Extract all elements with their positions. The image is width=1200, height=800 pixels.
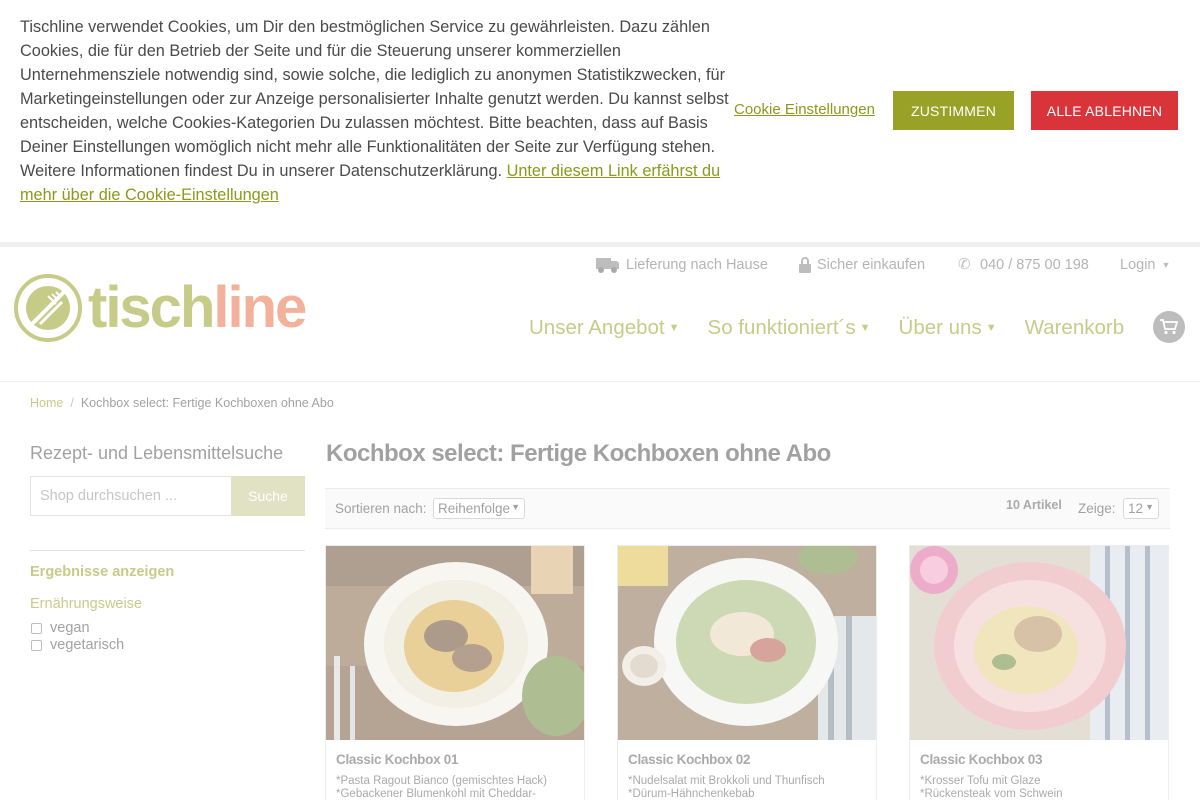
- product-description: *Nudelsalat mit Brokkoli und Thunfisch *D…: [628, 775, 825, 800]
- secure-label: Sicher einkaufen: [817, 257, 926, 273]
- logo-plate-icon: [14, 274, 82, 342]
- product-card[interactable]: Classic Kochbox 01 *Pasta Ragout Bianco …: [325, 545, 585, 800]
- cookie-banner: Tischline verwendet Cookies, um Dir den …: [0, 0, 1200, 242]
- filter-option-vegetarisch[interactable]: vegetarisch: [30, 637, 124, 653]
- phone-info[interactable]: ✆ 040 / 875 00 198: [958, 256, 1089, 274]
- show-results-link[interactable]: Ergebnisse anzeigen: [30, 564, 174, 580]
- caret-down-icon: ▼: [859, 322, 871, 334]
- breadcrumb-current: Kochbox select: Fertige Kochboxen ohne A…: [80, 396, 334, 410]
- product-image[interactable]: [910, 546, 1168, 740]
- page-size-select[interactable]: 12 ▼: [1123, 498, 1159, 519]
- product-image[interactable]: [326, 546, 584, 740]
- filter-label: vegan: [50, 620, 90, 636]
- nav-item-ueber-uns[interactable]: Über uns ▼: [899, 316, 997, 340]
- truck-icon: [596, 258, 620, 273]
- login-label[interactable]: Login: [1120, 257, 1155, 273]
- secure-info: Sicher einkaufen: [799, 257, 925, 273]
- product-card[interactable]: Classic Kochbox 03 *Krosser Tofu mit Gla…: [909, 545, 1169, 800]
- caret-down-icon: ▼: [1161, 260, 1171, 270]
- search-button[interactable]: Suche: [231, 476, 305, 516]
- filter-option-vegan[interactable]: vegan: [30, 620, 90, 636]
- cart-icon[interactable]: [1153, 311, 1185, 343]
- breadcrumb-home[interactable]: Home: [30, 396, 63, 410]
- caret-down-icon: ▼: [985, 322, 997, 334]
- page-title: Kochbox select: Fertige Kochboxen ohne A…: [326, 440, 831, 467]
- chevron-down-icon: ▼: [1145, 502, 1154, 512]
- phone-number[interactable]: 040 / 875 00 198: [980, 257, 1089, 273]
- product-title[interactable]: Classic Kochbox 01: [336, 752, 458, 767]
- phone-icon: ✆: [958, 256, 971, 273]
- delivery-info: Lieferung nach Hause: [596, 257, 768, 273]
- product-card[interactable]: Classic Kochbox 02 *Nudelsalat mit Brokk…: [617, 545, 877, 800]
- accept-cookies-button[interactable]: ZUSTIMMEN: [893, 91, 1014, 130]
- delivery-label: Lieferung nach Hause: [626, 257, 768, 273]
- search-input[interactable]: [30, 476, 231, 516]
- product-title[interactable]: Classic Kochbox 02: [628, 752, 750, 767]
- chevron-down-icon: ▼: [511, 502, 520, 512]
- filter-label: vegetarisch: [50, 637, 125, 653]
- page-content: tischline Lieferung nach Hause Sicher ei…: [0, 247, 1200, 800]
- show-label: Zeige:: [1078, 501, 1116, 516]
- article-count: 10 Artikel: [1006, 498, 1062, 512]
- sort-label: Sortieren nach:: [335, 501, 427, 516]
- site-header: tischline Lieferung nach Hause Sicher ei…: [0, 247, 1200, 382]
- cookie-settings-link[interactable]: Cookie Einstellungen: [734, 101, 875, 118]
- caret-down-icon: ▼: [668, 322, 680, 334]
- product-title[interactable]: Classic Kochbox 03: [920, 752, 1042, 767]
- breadcrumb: Home / Kochbox select: Fertige Kochboxen o…: [30, 396, 334, 410]
- logo[interactable]: tischline: [14, 274, 307, 346]
- nav-item-warenkorb[interactable]: Warenkorb: [1025, 316, 1125, 340]
- logo-wordmark: tischline: [88, 275, 307, 340]
- product-description: *Pasta Ragout Bianco (gemischtes Hack) *G…: [336, 775, 547, 800]
- top-bar: Lieferung nach Hause Sicher einkaufen ✆ …: [596, 257, 1176, 279]
- sort-toolbar: Sortieren nach: Reihenfolge ▼ 10 Artikel …: [325, 488, 1170, 529]
- checkbox-vegetarisch[interactable]: [31, 639, 42, 651]
- sidebar-divider: [30, 550, 305, 551]
- reject-cookies-button[interactable]: ALLE ABLEHNEN: [1031, 91, 1178, 130]
- nav-item-angebot[interactable]: Unser Angebot ▼: [529, 316, 680, 340]
- sort-select[interactable]: Reihenfolge ▼: [433, 498, 525, 519]
- filter-title-ernaehrungsweise: Ernährungsweise: [30, 596, 143, 612]
- lock-icon: [799, 257, 811, 273]
- product-image[interactable]: [618, 546, 876, 740]
- checkbox-vegan[interactable]: [31, 622, 42, 634]
- main-nav: Unser Angebot ▼ So funktioniert´s ▼ Über u…: [529, 313, 1152, 343]
- product-description: *Krosser Tofu mit Glaze *Rückensteak vom …: [920, 775, 1063, 800]
- nav-item-so-funktionierts[interactable]: So funktioniert´s ▼: [708, 316, 871, 340]
- breadcrumb-separator: /: [70, 396, 74, 410]
- banner-divider: [0, 242, 1200, 247]
- cookie-text: Tischline verwendet Cookies, um Dir den …: [20, 18, 729, 204]
- login-menu[interactable]: Login ▼: [1120, 257, 1170, 273]
- sidebar-title: Rezept- und Lebensmittelsuche: [30, 443, 284, 463]
